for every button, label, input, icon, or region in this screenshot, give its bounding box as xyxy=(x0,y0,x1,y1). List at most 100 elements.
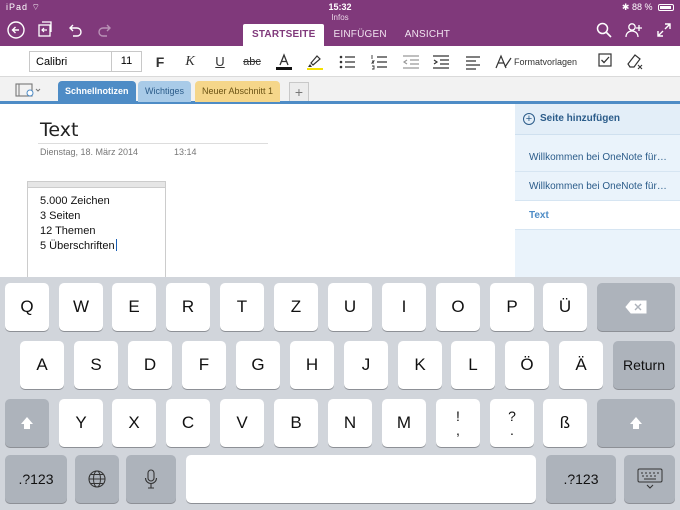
add-section-button[interactable]: + xyxy=(289,82,309,101)
key-s[interactable]: S xyxy=(74,341,118,389)
note-container[interactable]: 5.000 Zeichen 3 Seiten 12 Themen 5 Übers… xyxy=(27,181,166,277)
eraser-icon xyxy=(627,54,643,70)
key-bottom-char: . xyxy=(510,422,514,438)
key-sz[interactable]: ß xyxy=(543,399,587,447)
key-p[interactable]: P xyxy=(490,283,534,331)
page-list-item-active[interactable]: Text xyxy=(515,201,680,230)
key-o[interactable]: O xyxy=(436,283,480,331)
bold-button[interactable]: F xyxy=(152,52,168,72)
todo-checkbox-button[interactable] xyxy=(596,52,614,72)
key-l[interactable]: L xyxy=(451,341,495,389)
styles-button[interactable]: Formatvorlagen xyxy=(494,52,586,72)
space-key[interactable] xyxy=(186,455,536,503)
notebooks-button[interactable] xyxy=(35,20,55,40)
note-line[interactable]: 5.000 Zeichen xyxy=(28,194,165,209)
title-divider xyxy=(38,143,268,144)
search-icon xyxy=(596,22,612,38)
microphone-icon xyxy=(144,469,158,489)
note-line[interactable]: 12 Themen xyxy=(28,224,165,239)
key-h[interactable]: H xyxy=(290,341,334,389)
dictation-key[interactable] xyxy=(126,455,176,503)
key-oe[interactable]: Ö xyxy=(505,341,549,389)
indent-button[interactable] xyxy=(430,52,452,72)
key-question-period[interactable]: ? . xyxy=(490,399,534,447)
key-v[interactable]: V xyxy=(220,399,264,447)
key-top-char: ! xyxy=(456,408,460,424)
note-line[interactable]: 3 Seiten xyxy=(28,209,165,224)
font-size[interactable]: 11 xyxy=(111,52,141,71)
key-t[interactable]: T xyxy=(220,283,264,331)
search-button[interactable] xyxy=(594,20,614,40)
fullscreen-button[interactable] xyxy=(654,20,674,40)
key-w[interactable]: W xyxy=(59,283,103,331)
globe-icon xyxy=(88,470,106,488)
underline-button[interactable]: U xyxy=(212,52,228,72)
font-picker[interactable]: Calibri 11 xyxy=(29,51,142,72)
bullet-list-button[interactable] xyxy=(336,52,358,72)
font-name: Calibri xyxy=(36,56,68,68)
key-x[interactable]: X xyxy=(112,399,156,447)
page-title[interactable]: Text xyxy=(40,119,78,141)
key-y[interactable]: Y xyxy=(59,399,103,447)
key-ue[interactable]: Ü xyxy=(543,283,587,331)
key-f[interactable]: F xyxy=(182,341,226,389)
key-q[interactable]: Q xyxy=(5,283,49,331)
tab-startseite[interactable]: STARTSEITE xyxy=(243,24,325,46)
clear-formatting-button[interactable] xyxy=(624,52,646,72)
redo-button[interactable] xyxy=(95,20,115,40)
key-d[interactable]: D xyxy=(128,341,172,389)
return-key[interactable]: Return xyxy=(613,341,675,389)
outdent-button[interactable] xyxy=(400,52,422,72)
key-a[interactable]: A xyxy=(20,341,64,389)
shift-key-right[interactable] xyxy=(597,399,675,447)
notebook-switcher[interactable] xyxy=(14,82,42,98)
section-tab-neuer-abschnitt[interactable]: Neuer Abschnitt 1 xyxy=(195,81,281,102)
note-line-active[interactable]: 5 Überschriften xyxy=(28,239,165,254)
outdent-icon xyxy=(402,55,419,69)
key-r[interactable]: R xyxy=(166,283,210,331)
section-tab-wichtiges[interactable]: Wichtiges xyxy=(138,81,192,102)
globe-key[interactable] xyxy=(75,455,119,503)
tab-einfuegen[interactable]: EINFÜGEN xyxy=(324,24,395,46)
numbers-key-right[interactable]: .?123 xyxy=(546,455,616,503)
key-exclam-comma[interactable]: ! , xyxy=(436,399,480,447)
font-color-icon xyxy=(276,53,292,70)
key-j[interactable]: J xyxy=(344,341,388,389)
key-z[interactable]: Z xyxy=(274,283,318,331)
key-n[interactable]: N xyxy=(328,399,372,447)
share-button[interactable] xyxy=(624,20,644,40)
highlight-button[interactable] xyxy=(304,52,326,72)
italic-button[interactable]: K xyxy=(182,52,198,72)
back-button[interactable] xyxy=(6,20,26,40)
plus-icon: + xyxy=(294,84,304,100)
key-e[interactable]: E xyxy=(112,283,156,331)
undo-icon xyxy=(69,24,82,37)
expand-icon xyxy=(657,23,671,37)
key-m[interactable]: M xyxy=(382,399,426,447)
numbered-list-button[interactable] xyxy=(368,52,390,72)
strikethrough-button[interactable]: abc xyxy=(240,52,264,72)
hide-keyboard-key[interactable] xyxy=(624,455,675,503)
section-tab-schnellnotizen[interactable]: Schnellnotizen xyxy=(58,81,136,102)
page-list-item[interactable]: Willkommen bei OneNote für… xyxy=(515,143,680,172)
align-button[interactable] xyxy=(462,52,484,72)
key-ae[interactable]: Ä xyxy=(559,341,603,389)
key-k[interactable]: K xyxy=(398,341,442,389)
onscreen-keyboard: Q W E R T Z U I O P Ü A S D F G H J K L … xyxy=(0,277,680,510)
key-u[interactable]: U xyxy=(328,283,372,331)
key-g[interactable]: G xyxy=(236,341,280,389)
key-b[interactable]: B xyxy=(274,399,318,447)
key-i[interactable]: I xyxy=(382,283,426,331)
numbers-key-left[interactable]: .?123 xyxy=(5,455,67,503)
shift-key-left[interactable] xyxy=(5,399,49,447)
tab-ansicht[interactable]: ANSICHT xyxy=(396,24,459,46)
font-color-button[interactable] xyxy=(273,52,295,72)
page-list-item[interactable]: Willkommen bei OneNote für… xyxy=(515,172,680,201)
undo-button[interactable] xyxy=(65,20,85,40)
app-header: iPad ⌔ 15:32 Infos ✱ 88 % STARTSEITE EIN… xyxy=(0,0,680,46)
notebook-icon xyxy=(15,83,41,97)
backspace-key[interactable] xyxy=(597,283,675,331)
key-c[interactable]: C xyxy=(166,399,210,447)
page-canvas[interactable]: Text Dienstag, 18. März 2014 13:14 5.000… xyxy=(0,107,515,277)
add-page-button[interactable]: + Seite hinzufügen xyxy=(515,104,680,135)
